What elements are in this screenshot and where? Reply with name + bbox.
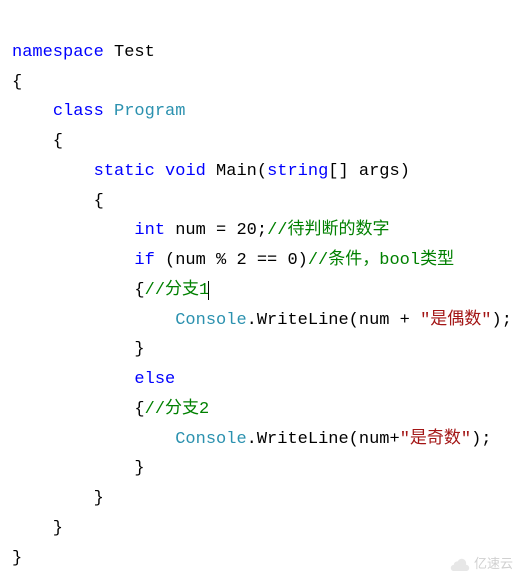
brace: {: [12, 400, 145, 419]
stmt-end: );: [471, 430, 491, 449]
keyword-else: else: [134, 370, 175, 389]
keyword-class: class: [53, 102, 104, 121]
brace: }: [12, 549, 22, 568]
watermark-text: 亿速云: [474, 553, 513, 576]
method-params: [] args): [328, 162, 410, 181]
type-console: Console: [175, 430, 246, 449]
comment: //待判断的数字: [267, 221, 389, 240]
namespace-name: Test: [104, 43, 155, 62]
cloud-icon: [449, 557, 471, 571]
text-cursor: [208, 281, 209, 300]
brace: }: [12, 340, 145, 359]
comment: //分支1: [145, 281, 210, 300]
brace: {: [12, 192, 104, 211]
keyword-string: string: [267, 162, 328, 181]
type-console: Console: [175, 311, 246, 330]
brace: {: [12, 281, 145, 300]
var-decl: num = 20;: [165, 221, 267, 240]
stmt-end: );: [492, 311, 512, 330]
brace: {: [12, 73, 22, 92]
comment: //分支2: [145, 400, 210, 419]
brace: {: [12, 132, 63, 151]
watermark: 亿速云: [449, 553, 513, 576]
method-call: .WriteLine(num +: [247, 311, 420, 330]
string-literal: "是奇数": [400, 430, 471, 449]
keyword-if: if: [134, 251, 154, 270]
string-literal: "是偶数": [420, 311, 491, 330]
brace: }: [12, 519, 63, 538]
method-name: Main(: [206, 162, 267, 181]
keyword-int: int: [134, 221, 165, 240]
class-name: Program: [104, 102, 186, 121]
brace: }: [12, 459, 145, 478]
condition: (num % 2 == 0): [155, 251, 308, 270]
comment: //条件，bool类型: [308, 251, 454, 270]
keyword-namespace: namespace: [12, 43, 104, 62]
method-call: .WriteLine(num+: [247, 430, 400, 449]
code-block: namespace Test { class Program { static …: [12, 8, 509, 573]
keyword-void: void: [155, 162, 206, 181]
brace: }: [12, 489, 104, 508]
keyword-static: static: [94, 162, 155, 181]
